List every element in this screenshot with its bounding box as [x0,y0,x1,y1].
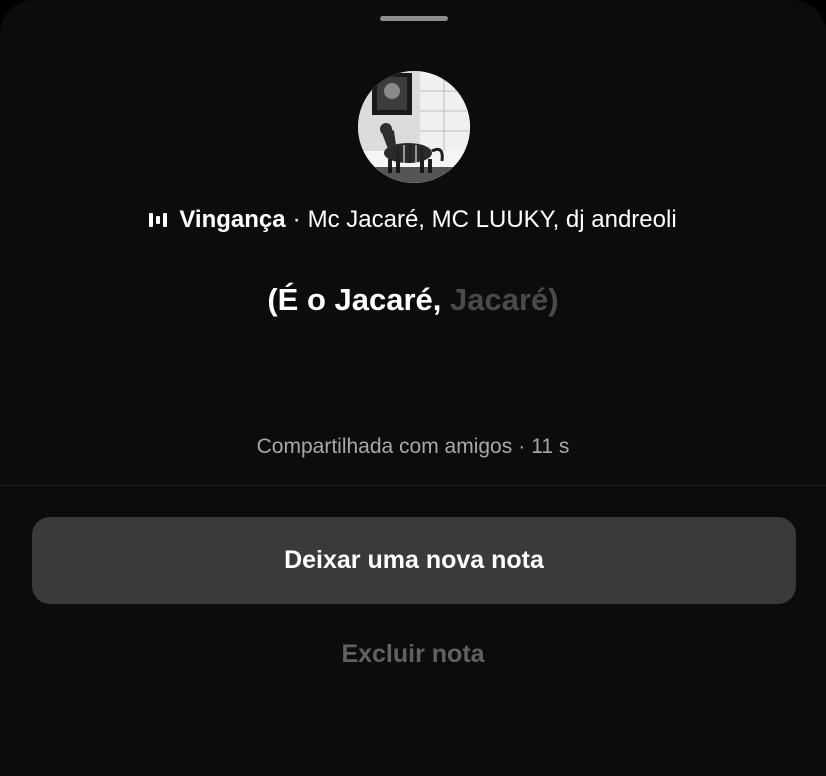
music-separator: · [292,206,301,233]
lyric-upcoming: Jacaré) [450,282,559,317]
time-ago: 11 s [531,435,570,458]
music-info[interactable]: Vingança · Mc Jacaré, MC LUUKY, dj andre… [0,203,826,237]
avatar [358,71,470,183]
music-bars-icon [149,211,168,229]
sheet-grabber-handle[interactable] [380,16,448,21]
note-bottom-sheet: Vingança · Mc Jacaré, MC LUUKY, dj andre… [0,0,826,776]
delete-note-button[interactable]: Excluir nota [0,640,826,669]
leave-new-note-button[interactable]: Deixar uma nova nota [32,517,796,604]
song-artists: Mc Jacaré, MC LUUKY, dj andreoli [307,206,677,233]
shared-label: Compartilhada com amigos [256,435,513,458]
avatar-photo [358,71,470,183]
note-meta: Compartilhada com amigos · 11 s [0,435,826,459]
divider [0,485,826,486]
lyric-line: (É o Jacaré, Jacaré) [0,282,826,318]
song-title: Vingança [179,206,286,233]
meta-separator: · [518,435,526,458]
lyric-highlighted: (É o Jacaré, [267,282,442,317]
